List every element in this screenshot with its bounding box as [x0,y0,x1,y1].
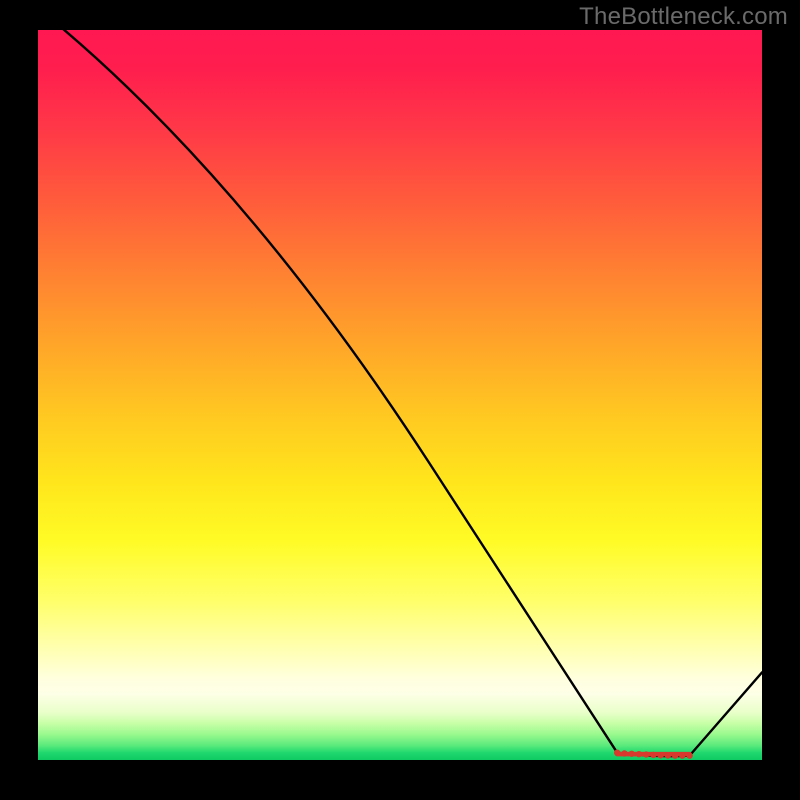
overlay-svg [38,30,762,760]
plot-area [38,30,762,760]
watermark-text: TheBottleneck.com [579,3,788,31]
chart-frame: TheBottleneck.com [0,0,800,800]
data-line [38,30,762,756]
plot-inner [38,30,762,760]
marker-dots [614,750,693,759]
